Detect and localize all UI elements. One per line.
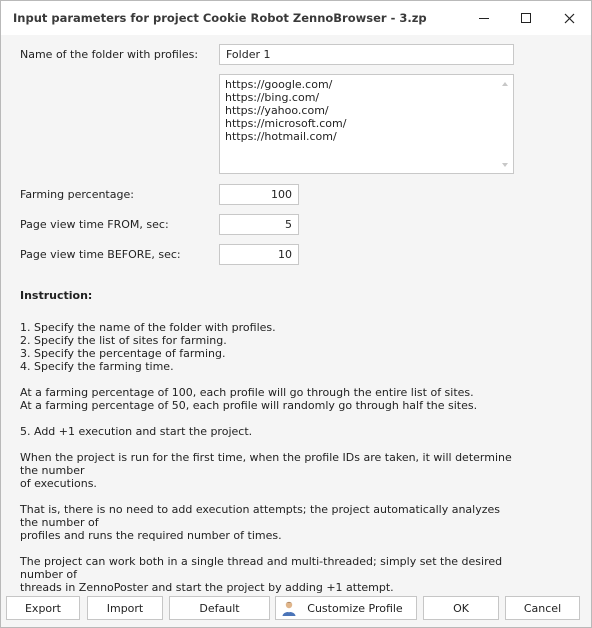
instruction-title: Instruction: [20,289,93,302]
instruction-line: of executions. [20,477,97,490]
scroll-up-icon[interactable] [502,82,508,86]
instruction-text: 1. Specify the name of the folder with p… [20,321,520,607]
instruction-line: At a farming percentage of 50, each prof… [20,399,478,412]
sites-scrollbar[interactable] [497,75,513,173]
sites-list: https://google.com/https://bing.com/http… [225,78,346,143]
time-from-input[interactable]: 5 [219,214,299,235]
instruction-paragraph: The project can work both in a single th… [20,555,520,594]
farming-label: Farming percentage: [20,188,134,201]
cancel-button[interactable]: Cancel [505,596,580,620]
site-line: https://yahoo.com/ [225,104,329,117]
folder-input[interactable]: Folder 1 [219,44,514,65]
instruction-line: The project can work both in a single th… [20,555,503,581]
customize-profile-label: Customize Profile [307,601,403,615]
minimize-button[interactable] [462,1,506,35]
instruction-line: 1. Specify the name of the folder with p… [20,321,276,334]
sites-textarea[interactable]: https://google.com/https://bing.com/http… [219,74,514,174]
instruction-line: 5. Add +1 execution and start the projec… [20,425,253,438]
instruction-line: 4. Specify the farming time. [20,360,174,373]
instruction-line: 2. Specify the list of sites for farming… [20,334,227,347]
window-title: Input parameters for project Cookie Robo… [13,11,427,25]
client-area: Name of the folder with profiles: Folder… [1,35,591,627]
maximize-icon [521,13,531,23]
instruction-line: 3. Specify the percentage of farming. [20,347,226,360]
instruction-paragraph: When the project is run for the first ti… [20,451,520,490]
instruction-line: threads in ZennoPoster and start the pro… [20,581,394,594]
site-line: https://hotmail.com/ [225,130,337,143]
minimize-icon [479,17,489,19]
default-button[interactable]: Default [169,596,270,620]
time-from-label: Page view time FROM, sec: [20,218,169,231]
button-row: Export Import Default Customize Profile … [1,596,591,620]
ok-button[interactable]: OK [423,596,499,620]
customize-profile-button[interactable]: Customize Profile [275,596,417,620]
maximize-button[interactable] [504,1,548,35]
instruction-line: That is, there is no need to add executi… [20,503,501,529]
import-button[interactable]: Import [87,596,163,620]
instruction-line: At a farming percentage of 100, each pro… [20,386,474,399]
time-before-label: Page view time BEFORE, sec: [20,248,181,261]
site-line: https://microsoft.com/ [225,117,347,130]
instruction-line: When the project is run for the first ti… [20,451,512,477]
instruction-line: profiles and runs the required number of… [20,529,282,542]
instruction-paragraph: 5. Add +1 execution and start the projec… [20,425,520,438]
scroll-down-icon[interactable] [502,163,508,167]
instruction-paragraph: 1. Specify the name of the folder with p… [20,321,520,373]
title-bar: Input parameters for project Cookie Robo… [1,1,591,35]
dialog-window: Input parameters for project Cookie Robo… [0,0,592,628]
site-line: https://google.com/ [225,78,333,91]
site-line: https://bing.com/ [225,91,320,104]
farming-percentage-input[interactable]: 100 [219,184,299,205]
instruction-paragraph: That is, there is no need to add executi… [20,503,520,542]
time-before-input[interactable]: 10 [219,244,299,265]
instruction-paragraph: At a farming percentage of 100, each pro… [20,386,520,412]
person-icon [282,601,296,616]
close-button[interactable] [547,1,591,35]
close-icon [564,13,574,23]
export-button[interactable]: Export [6,596,80,620]
folder-label: Name of the folder with profiles: [20,48,199,61]
